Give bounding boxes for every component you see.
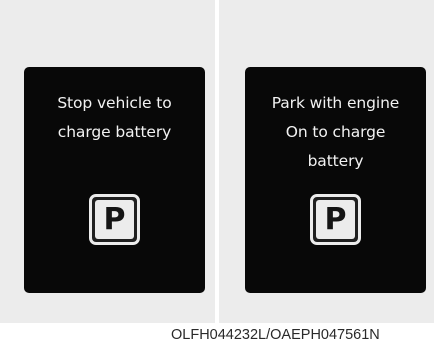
message-line: charge battery [57,123,172,141]
display-screen-park-with-engine: Park with engine On to charge battery P [245,67,426,293]
warning-message: Stop vehicle to charge battery [24,89,205,147]
display-screen-stop-vehicle: Stop vehicle to charge battery P [24,67,205,293]
message-line: Park with engine [271,94,400,112]
park-gear-letter: P [324,201,347,237]
warning-message: Park with engine On to charge battery [245,89,426,176]
figure-caption: OLFH044232L/OAEPH047561N [171,327,380,343]
message-line: On to charge [285,123,386,141]
park-gear-icon-face: P [95,200,134,239]
park-gear-icon: P [89,194,140,245]
message-line: Stop vehicle to [57,94,172,112]
park-gear-letter: P [103,201,126,237]
park-gear-icon: P [310,194,361,245]
park-gear-icon-face: P [316,200,355,239]
message-line: battery [307,152,364,170]
figure: Stop vehicle to charge battery P Park wi… [0,0,434,346]
